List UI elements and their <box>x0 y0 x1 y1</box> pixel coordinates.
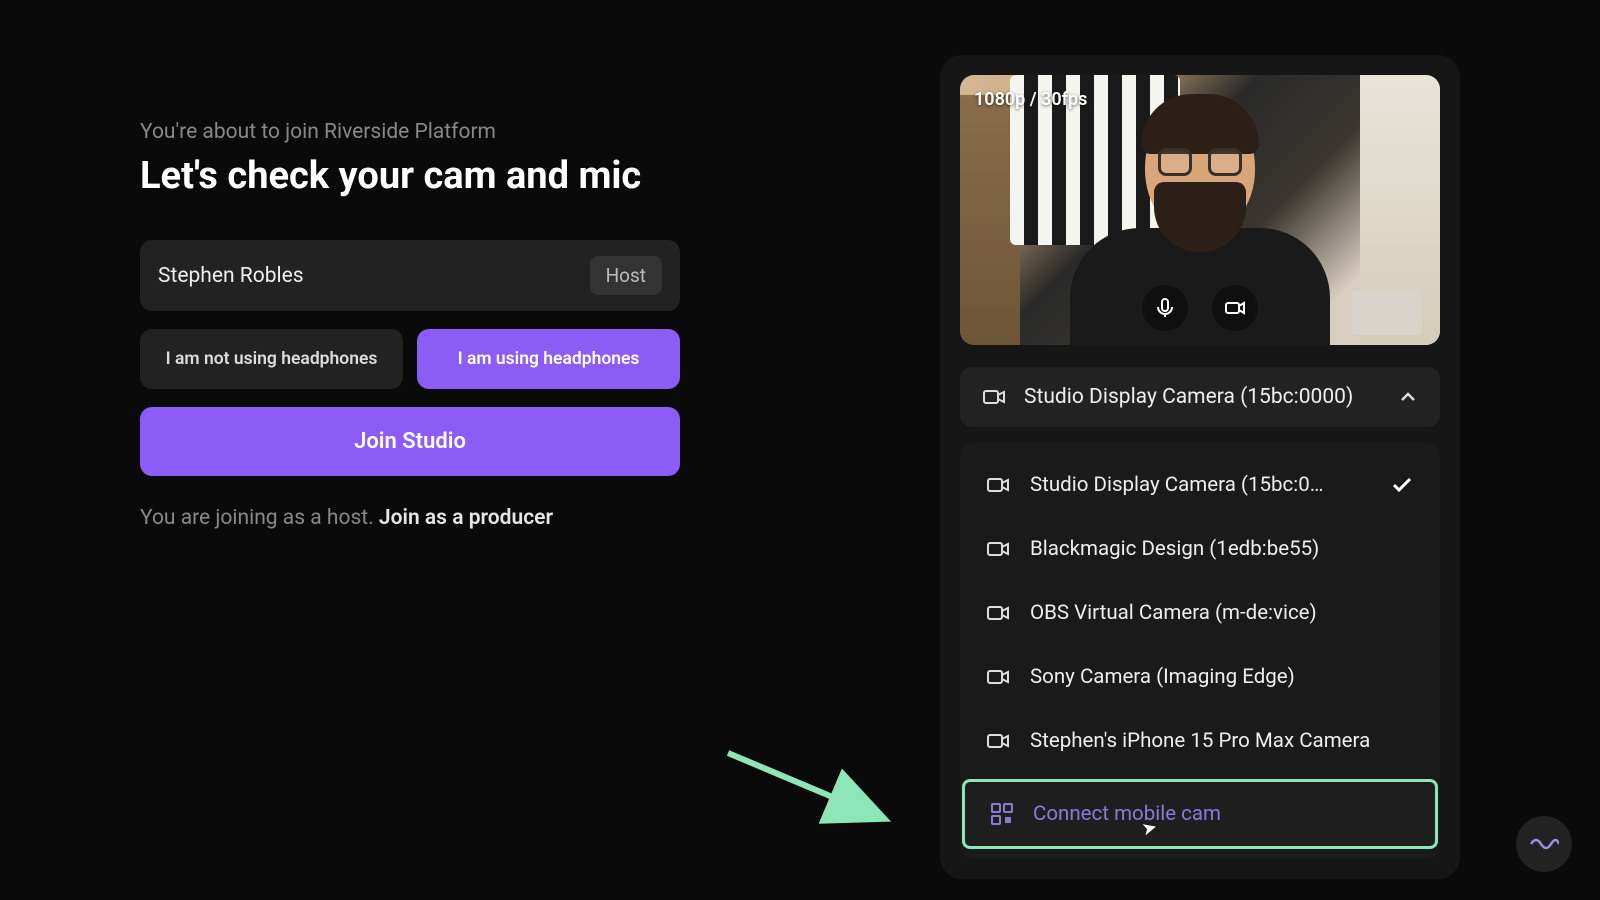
headphones-no-button[interactable]: I am not using headphones <box>140 329 403 389</box>
name-input-row: Host <box>140 240 680 311</box>
camera-option-label: Sony Camera (Imaging Edge) <box>1030 665 1414 689</box>
resolution-badge: 1080p / 30fps <box>974 89 1087 110</box>
camera-option[interactable]: OBS Virtual Camera (m-de:vice) <box>960 581 1440 645</box>
camera-icon <box>986 475 1010 495</box>
headphone-toggle: I am not using headphones I am using hea… <box>140 329 680 389</box>
role-badge: Host <box>590 256 662 295</box>
subtitle: You're about to join Riverside Platform <box>140 120 680 144</box>
camera-option[interactable]: Sony Camera (Imaging Edge) <box>960 645 1440 709</box>
camera-icon <box>986 603 1010 623</box>
waveform-icon <box>1529 834 1559 854</box>
camera-icon <box>986 731 1010 751</box>
check-icon <box>1390 473 1414 497</box>
display-name-input[interactable] <box>158 264 590 288</box>
selected-camera-label: Studio Display Camera (15bc:0000) <box>1024 385 1380 409</box>
connect-mobile-cam-button[interactable]: Connect mobile cam <box>962 779 1438 849</box>
camera-toggle-button[interactable] <box>1212 285 1258 331</box>
camera-option[interactable]: Studio Display Camera (15bc:0… <box>960 453 1440 517</box>
camera-option[interactable]: Blackmagic Design (1edb:be55) <box>960 517 1440 581</box>
camera-options-list: Studio Display Camera (15bc:0… Blackmagi… <box>960 443 1440 859</box>
camera-icon <box>982 387 1006 407</box>
microphone-icon <box>1153 296 1177 320</box>
camera-preview: 1080p / 30fps <box>960 75 1440 345</box>
waveform-button[interactable] <box>1516 816 1572 872</box>
camera-option-label: OBS Virtual Camera (m-de:vice) <box>1030 601 1414 625</box>
camera-icon <box>986 667 1010 687</box>
camera-icon <box>986 539 1010 559</box>
join-studio-button[interactable]: Join Studio <box>140 407 680 476</box>
page-title: Let's check your cam and mic <box>140 154 680 198</box>
headphones-yes-button[interactable]: I am using headphones <box>417 329 680 389</box>
qr-code-icon <box>991 803 1013 825</box>
camera-icon <box>1223 296 1247 320</box>
camera-preview-card: 1080p / 30fps Studio Display Camera (15b… <box>940 55 1460 879</box>
camera-option-label: Stephen's iPhone 15 Pro Max Camera <box>1030 729 1414 753</box>
mic-toggle-button[interactable] <box>1142 285 1188 331</box>
camera-option-label: Studio Display Camera (15bc:0… <box>1030 473 1370 497</box>
join-hint: You are joining as a host. Join as a pro… <box>140 506 680 530</box>
camera-option-label: Blackmagic Design (1edb:be55) <box>1030 537 1414 561</box>
camera-option[interactable]: Stephen's iPhone 15 Pro Max Camera <box>960 709 1440 773</box>
chevron-up-icon <box>1398 387 1418 407</box>
join-hint-text: You are joining as a host. <box>140 506 379 530</box>
camera-select-dropdown[interactable]: Studio Display Camera (15bc:0000) <box>960 367 1440 427</box>
setup-panel: You're about to join Riverside Platform … <box>40 40 740 860</box>
connect-mobile-cam-label: Connect mobile cam <box>1033 802 1409 826</box>
join-as-producer-link[interactable]: Join as a producer <box>379 506 553 530</box>
